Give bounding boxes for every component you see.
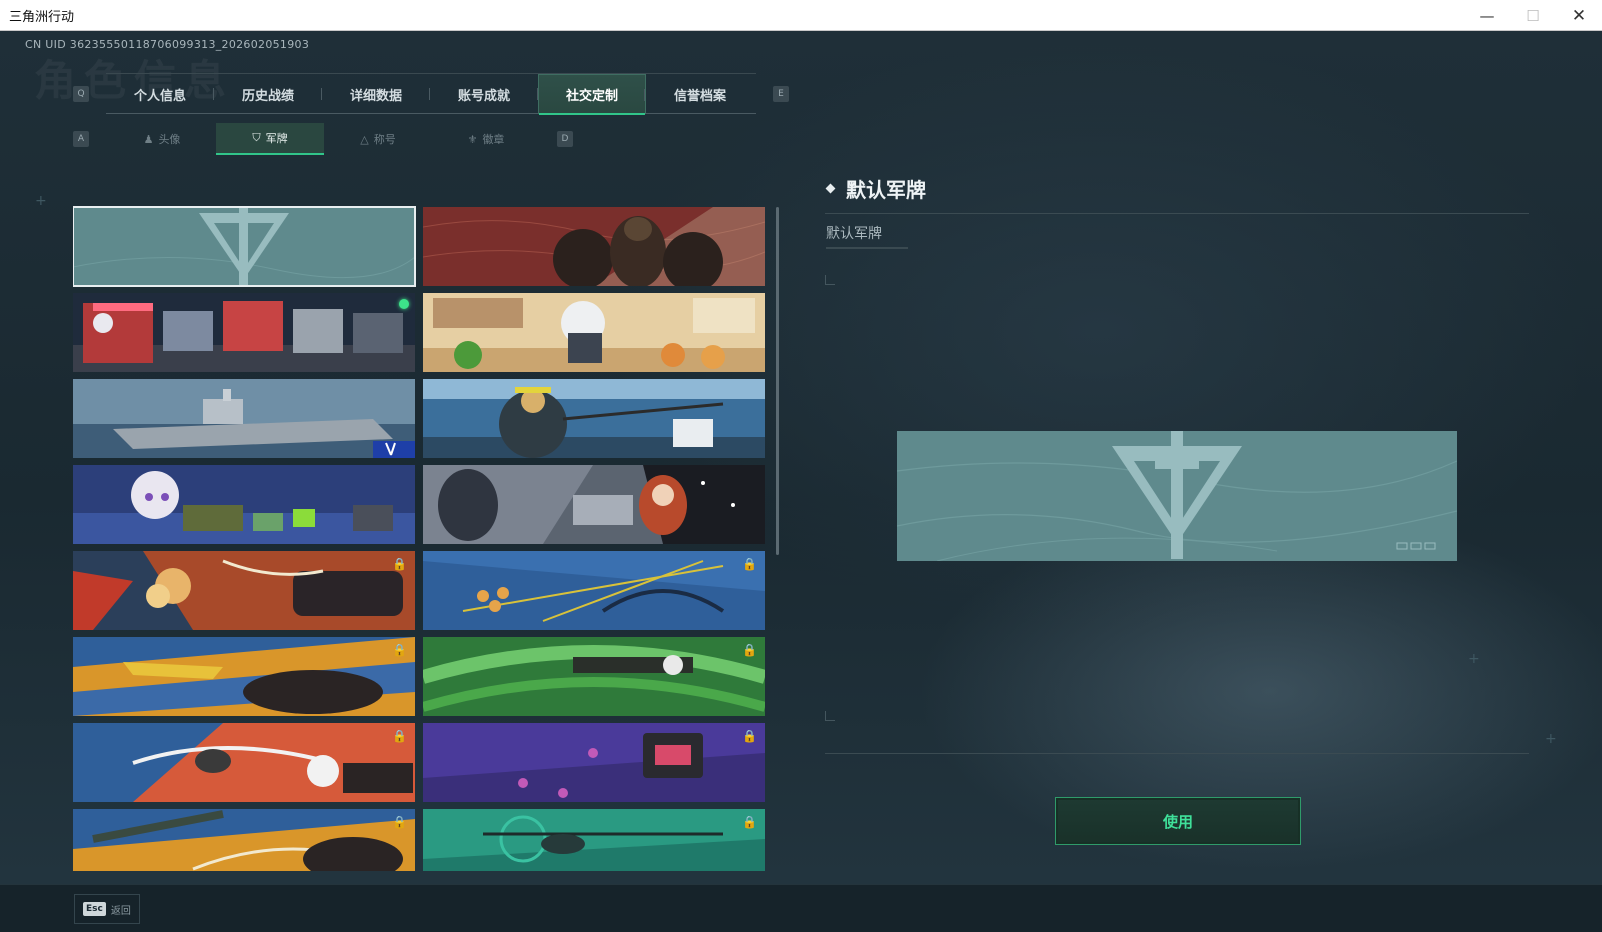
lock-icon: 🔒	[392, 643, 407, 657]
dogtag-card-artwork	[423, 809, 765, 871]
uid-label: CN UID 36235550118706099313_202602051903	[25, 38, 310, 51]
next-subtab-key-hint: D	[557, 131, 573, 147]
sub-tab-label: 称号	[373, 133, 396, 146]
main-tab-0[interactable]: 个人信息	[106, 74, 214, 114]
game-main-area: 角色信息 CN UID 36235550118706099313_2026020…	[0, 31, 1602, 884]
main-tab-label: 历史战绩	[241, 88, 294, 104]
main-tab-label: 详细数据	[349, 88, 402, 104]
lock-icon: 🔒	[392, 729, 407, 743]
dogtag-card-green-swirl[interactable]: 🔒	[423, 637, 765, 716]
badge-icon: ⚜	[467, 132, 478, 146]
dogtag-card-artwork	[73, 637, 415, 716]
minimize-icon[interactable]: —	[1464, 0, 1510, 31]
crosshair-decor-icon: +	[1468, 651, 1480, 667]
next-tab-key-hint: E	[773, 86, 789, 102]
main-tab-label: 社交定制	[565, 88, 618, 104]
sub-tab-2[interactable]: △ 称号	[324, 123, 432, 155]
main-tab-label: 信誉档案	[673, 88, 726, 104]
dogtag-card-artwork	[423, 723, 765, 802]
dogtag-card-red-drone[interactable]: 🔒	[73, 723, 415, 802]
main-tab-3[interactable]: 账号成就	[430, 74, 538, 114]
lock-icon: 🔒	[742, 815, 757, 829]
use-button[interactable]: 使用	[1055, 797, 1301, 845]
lock-icon: 🔒	[742, 729, 757, 743]
frame-corner-decor	[825, 275, 835, 285]
dogtag-card-blue-bow[interactable]: 🔒	[423, 551, 765, 630]
detail-divider	[825, 213, 1529, 214]
crosshair-decor-icon: +	[35, 193, 47, 209]
dogtag-card-artwork	[423, 207, 765, 286]
footer-bar	[0, 884, 1602, 932]
dogtag-card-orange-launcher[interactable]: 🔒	[73, 637, 415, 716]
dogtag-card-artwork	[73, 207, 415, 286]
return-button[interactable]: Esc 返回	[74, 894, 140, 924]
main-tab-2[interactable]: 详细数据	[322, 74, 430, 114]
title-icon: △	[360, 132, 369, 146]
dogtag-card-purple-paws[interactable]: 🔒	[423, 723, 765, 802]
dogtag-card-artwork	[423, 293, 765, 372]
main-tab-bar: 个人信息 历史战绩 详细数据 账号成就 社交定制 信誉档案	[106, 73, 756, 115]
return-label: 返回	[110, 905, 131, 917]
lock-icon: 🔒	[392, 557, 407, 571]
dogtag-card-redhead-duo[interactable]	[423, 465, 765, 544]
dogtag-card-blue-rifle[interactable]: 🔒	[73, 809, 415, 871]
main-tab-label: 账号成就	[457, 88, 510, 104]
dogtag-card-teal-heli[interactable]: 🔒	[423, 809, 765, 871]
default-dogtag-emblem-icon	[896, 431, 1458, 562]
main-tab-4[interactable]: 社交定制	[538, 74, 646, 115]
main-tab-1[interactable]: 历史战绩	[214, 74, 322, 114]
sub-tab-label: 军牌	[265, 132, 288, 145]
maximize-icon[interactable]: ☐	[1510, 0, 1556, 31]
main-tab-5[interactable]: 信誉档案	[646, 74, 754, 114]
dogtag-card-default[interactable]	[73, 206, 416, 287]
sub-tab-1[interactable]: ⛉ 军牌	[216, 123, 324, 155]
dogtag-card-carrier-sea[interactable]	[73, 379, 415, 458]
main-tab-label: 个人信息	[133, 88, 186, 104]
dogtag-card-artwork	[423, 637, 765, 716]
dogtag-card-artwork	[73, 551, 415, 630]
person-icon: ♟	[143, 132, 154, 146]
sub-tab-bar: ♟ 头像 ⛉ 军牌 △ 称号 ⚜ 徽章	[108, 123, 540, 155]
prev-tab-key-hint: Q	[73, 86, 89, 102]
sub-tab-3[interactable]: ⚜ 徽章	[432, 123, 540, 155]
dogtag-card-artwork	[73, 465, 415, 544]
grid-scrollbar[interactable]	[776, 207, 779, 555]
detail-subtitle-underline	[826, 247, 908, 249]
esc-key-icon: Esc	[83, 902, 106, 916]
dogtag-icon: ⛉	[252, 131, 261, 144]
dogtag-card-soldiers-red[interactable]	[423, 207, 765, 286]
lock-icon: 🔒	[742, 643, 757, 657]
dogtag-preview	[896, 431, 1458, 562]
detail-subtitle: 默认军牌	[826, 226, 882, 242]
lock-icon: 🔒	[742, 557, 757, 571]
dogtag-card-explosion[interactable]: 🔒	[73, 551, 415, 630]
dogtag-card-artwork	[73, 809, 415, 871]
window-titlebar: 三角洲行动 — ☐ ✕	[0, 0, 1602, 31]
detail-title-text: 默认军牌	[846, 178, 926, 202]
crosshair-decor-icon: +	[1545, 731, 1557, 747]
diamond-bullet-icon	[825, 183, 836, 194]
sub-tab-0[interactable]: ♟ 头像	[108, 123, 216, 155]
sub-tab-label: 头像	[158, 133, 181, 146]
frame-corner-decor	[825, 711, 835, 721]
dogtag-grid: 🔒 🔒 🔒 🔒 🔒 🔒 🔒 🔒	[73, 176, 771, 871]
dogtag-card-artwork	[73, 379, 415, 458]
window-title: 三角洲行动	[9, 9, 75, 25]
lock-icon: 🔒	[392, 815, 407, 829]
dogtag-card-archer-stadium[interactable]	[423, 379, 765, 458]
dogtag-card-chibi-loot[interactable]	[73, 465, 415, 544]
dogtag-card-pixel-street[interactable]	[73, 293, 415, 372]
detail-title: 默认军牌	[825, 174, 926, 203]
dogtag-card-artwork	[423, 379, 765, 458]
dogtag-card-artwork	[423, 465, 765, 544]
sub-tab-label: 徽章	[482, 133, 505, 146]
dogtag-card-artwork	[73, 723, 415, 802]
close-icon[interactable]: ✕	[1556, 0, 1602, 31]
dogtag-card-chibi-kitchen[interactable]	[423, 293, 765, 372]
equipped-indicator-icon	[399, 299, 409, 309]
dogtag-card-artwork	[423, 551, 765, 630]
dogtag-card-artwork	[73, 293, 415, 372]
detail-bottom-divider	[825, 753, 1529, 754]
prev-subtab-key-hint: A	[73, 131, 89, 147]
